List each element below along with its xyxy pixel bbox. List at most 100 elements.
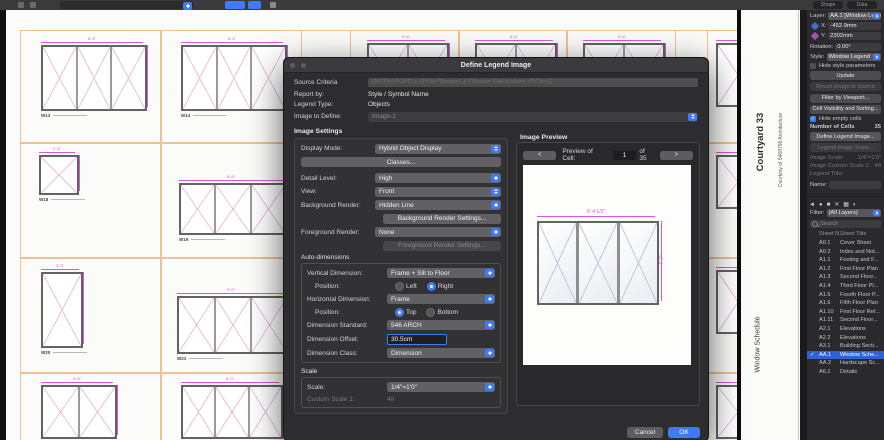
image-to-define-dropdown[interactable]: Image-1 (368, 111, 698, 122)
view-dropdown[interactable]: Front (375, 186, 501, 197)
legend-cell: 2'-8" W18 (20, 142, 162, 259)
hide-style-parameters-checkbox[interactable] (810, 62, 816, 69)
position-bottom-radio[interactable] (426, 307, 436, 317)
sheet-row[interactable]: AA.2 Hardscape Sc... (807, 359, 884, 368)
sheet-row[interactable]: A0.2 Index and Not... (807, 247, 884, 256)
sheet-row[interactable]: A1.11 Second Floor... (807, 316, 884, 325)
sheet-title: Window Sche... (840, 351, 879, 358)
oip-tab-data[interactable]: Data (847, 1, 877, 9)
dimension-line: 3'-0" (41, 264, 79, 270)
circle-icon[interactable]: ● (819, 202, 823, 208)
sheet-row[interactable]: A1.10 First Floor Ref... (807, 308, 884, 317)
define-legend-image-button[interactable]: Define Legend Image... (810, 132, 881, 142)
layer-label: Layer: (810, 13, 827, 19)
sheet-row[interactable]: A1.2 First Floor Plan (807, 265, 884, 274)
right-option-label: Right (437, 282, 454, 290)
horizontal-dimension-dropdown[interactable]: Frame (387, 294, 495, 304)
revert-image-button[interactable]: Revert Image to Source (810, 82, 881, 92)
legend-image-scale-button[interactable]: Legend Image Scale... (810, 143, 881, 153)
sheet-number: A1.5 (819, 291, 831, 298)
tool-icon[interactable] (30, 2, 36, 8)
sheet-title-column[interactable]: Sheet Title (840, 231, 884, 237)
image-custom-scale-value: 48 (874, 162, 881, 169)
dimension-class-dropdown[interactable]: Dimension (387, 348, 495, 358)
cell-visibility-button[interactable]: Cell Visibility and Sorting... (810, 104, 881, 114)
dimension-line (117, 385, 121, 435)
auto-dimensions-heading: Auto-dimensions (301, 254, 350, 261)
sheet-row[interactable]: A2.2 Elevations (807, 333, 884, 342)
rotation-field[interactable]: 0.00° (835, 42, 881, 51)
foreground-render-settings-button[interactable]: Foreground Render Settings... (383, 240, 501, 251)
position-left-radio[interactable] (395, 281, 404, 291)
layer-dropdown[interactable]: AA.1 [Window Legend] (828, 12, 881, 20)
navigation-toolbar: ◄ ● ■ ✕ ▦ ◐ (807, 200, 884, 209)
contrast-icon[interactable]: ◐ (853, 202, 857, 208)
sheet-number: A1.3 (819, 274, 831, 281)
position-top-radio[interactable] (395, 307, 404, 317)
sheet-row[interactable]: ✓ AA.1 Window Sche... (807, 350, 884, 360)
sheet-row[interactable]: A6.1 Details (807, 368, 884, 377)
top-toolbar: Shape Data (0, 0, 884, 10)
search-input[interactable]: Search (810, 219, 881, 228)
source-criteria-field[interactable]: ((NOTINVPORT) & ((PON='Window') & ('Wind… (368, 78, 698, 87)
sheet-row[interactable]: A1.4 Third Floor Pl... (807, 282, 884, 291)
sheet-title: Second Floor... (840, 274, 878, 281)
preview-cell-input[interactable]: 1 (612, 150, 637, 160)
vertical-dimension-dropdown[interactable]: Frame + Sill to Floor (387, 268, 495, 278)
sheet-row[interactable]: A1.1 Footing and F... (807, 256, 884, 265)
y-coordinate-field[interactable]: 2302mm (828, 32, 881, 41)
background-render-settings-button[interactable]: Background Render Settings... (383, 213, 501, 224)
square-icon[interactable]: ■ (827, 202, 831, 208)
sheet-title: First Floor Plan (840, 265, 878, 272)
background-render-dropdown[interactable]: Hidden Line (375, 200, 501, 210)
scale-dropdown[interactable]: 1/4"=1'0" (387, 382, 495, 392)
toolbar-dropdown[interactable] (60, 1, 193, 10)
previous-cell-button[interactable]: < (523, 150, 557, 160)
toolbar-mode-button-2[interactable] (248, 1, 261, 9)
ok-button[interactable]: OK (668, 427, 700, 438)
dimension-offset-input[interactable]: 30.5cm (387, 333, 447, 345)
sheet-row[interactable]: A2.1 Elevations (807, 325, 884, 334)
vertical-dimension-label: Vertical Dimension: (307, 269, 363, 277)
filter-by-viewport-button[interactable]: Filter by Viewport... (810, 93, 881, 103)
cancel-button[interactable]: Cancel (627, 427, 663, 438)
window-drawing (41, 272, 83, 348)
sheet-row[interactable]: A1.5 Fourth Floor P... (807, 290, 884, 299)
oip-tab-shape[interactable]: Shape (813, 1, 843, 9)
name-field[interactable] (829, 181, 881, 189)
sheet-row[interactable]: A1.6 Fifth Floor Plan (807, 299, 884, 308)
dialog-titlebar[interactable]: Define Legend Image (284, 58, 708, 73)
x-coordinate-field[interactable]: -452.9mm (828, 22, 881, 31)
close-icon[interactable]: ✕ (834, 201, 839, 208)
sheet-row[interactable]: A3.1 Building Secti... (807, 342, 884, 351)
image-preview-panel: < Preview of Cell: 1 of 35 > 9'-4 1/2" 4… (516, 142, 700, 406)
hide-empty-cells-checkbox[interactable]: ✓ (810, 115, 816, 122)
flag-icon[interactable]: ◄ (809, 202, 815, 208)
dimension-standard-dropdown[interactable]: 546 ARCH (387, 320, 495, 330)
preview-of-cell-label: Preview of Cell: (562, 148, 593, 162)
legend-cell: 3'-0" W20 (20, 257, 162, 374)
sheet-title: Details (840, 368, 858, 375)
next-cell-button[interactable]: > (659, 150, 693, 160)
foreground-render-dropdown[interactable]: None (375, 227, 501, 237)
grid-icon[interactable]: ▦ (843, 201, 849, 208)
filter-dropdown[interactable]: (All Layers) (826, 209, 881, 218)
tool-icon[interactable] (18, 2, 24, 8)
window-drawing (177, 296, 289, 354)
sheet-row[interactable]: A1.3 Second Floor... (807, 273, 884, 282)
classes-button[interactable]: Classes... (301, 157, 501, 167)
display-mode-dropdown[interactable]: Hybrid Object Display (375, 143, 501, 154)
style-dropdown[interactable]: Window Legend (826, 52, 881, 61)
position-right-radio[interactable] (426, 281, 436, 291)
window-drawing (39, 155, 79, 195)
sheet-row[interactable]: A0.1 Cover Sheet (807, 239, 884, 248)
sheet-list-header[interactable]: Sheet N... Sheet Title (807, 230, 884, 239)
window-drawing (181, 385, 283, 439)
sheet-number-column[interactable]: Sheet N... (819, 231, 844, 237)
toolbar-mode-button[interactable] (225, 1, 245, 9)
display-mode-label: Display Mode: (301, 145, 343, 152)
sheet-number: A1.6 (819, 300, 831, 307)
update-button[interactable]: Update (810, 71, 881, 81)
detail-level-dropdown[interactable]: High (375, 173, 501, 183)
image-settings-heading: Image Settings (294, 127, 343, 135)
